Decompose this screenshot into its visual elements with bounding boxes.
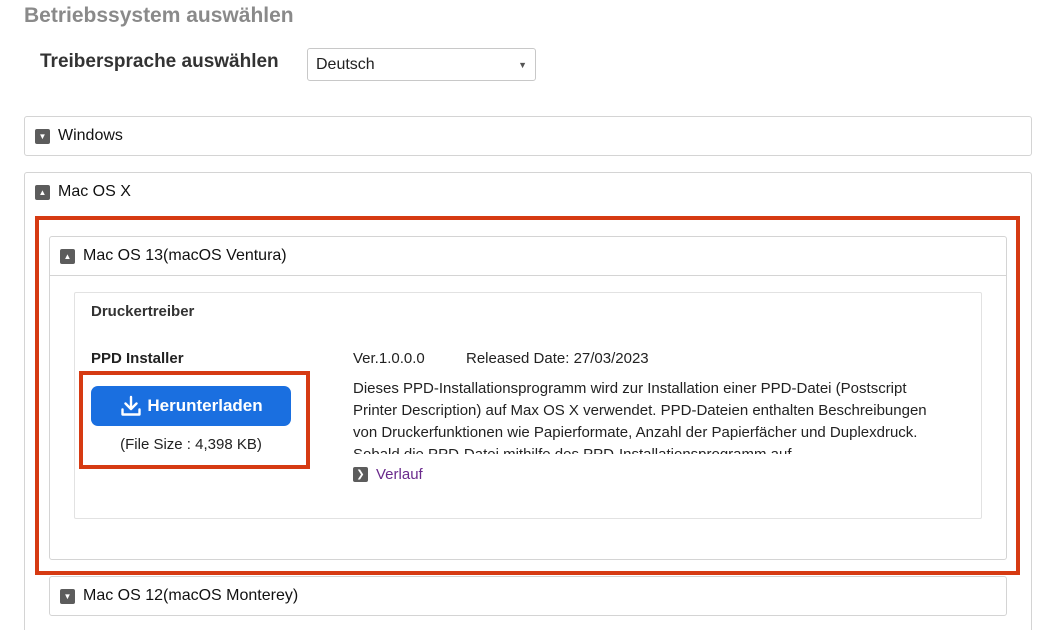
page-title: Betriebssystem auswählen <box>24 4 294 27</box>
windows-section: ▼ Windows <box>24 116 1032 156</box>
driver-language-select[interactable]: Deutsch ▼ <box>307 48 536 81</box>
dropdown-caret-icon: ▼ <box>518 59 527 70</box>
macos-monterey-section-header[interactable]: ▼ Mac OS 12(macOS Monterey) <box>50 577 1006 615</box>
macos-monterey-section: ▼ Mac OS 12(macOS Monterey) <box>49 576 1007 616</box>
collapse-icon: ▲ <box>35 184 50 200</box>
expand-icon: ▼ <box>60 588 75 604</box>
driver-language-label: Treibersprache auswählen <box>40 51 279 72</box>
highlight-box <box>79 371 310 469</box>
windows-section-header[interactable]: ▼ Windows <box>25 117 1031 155</box>
mac-os-x-section-label: Mac OS X <box>58 183 131 200</box>
driver-language-value: Deutsch <box>316 55 375 73</box>
expand-icon: ▼ <box>35 128 50 144</box>
mac-os-x-section-header[interactable]: ▲ Mac OS X <box>25 173 1031 211</box>
windows-section-label: Windows <box>58 127 123 144</box>
macos-monterey-section-label: Mac OS 12(macOS Monterey) <box>83 587 299 604</box>
